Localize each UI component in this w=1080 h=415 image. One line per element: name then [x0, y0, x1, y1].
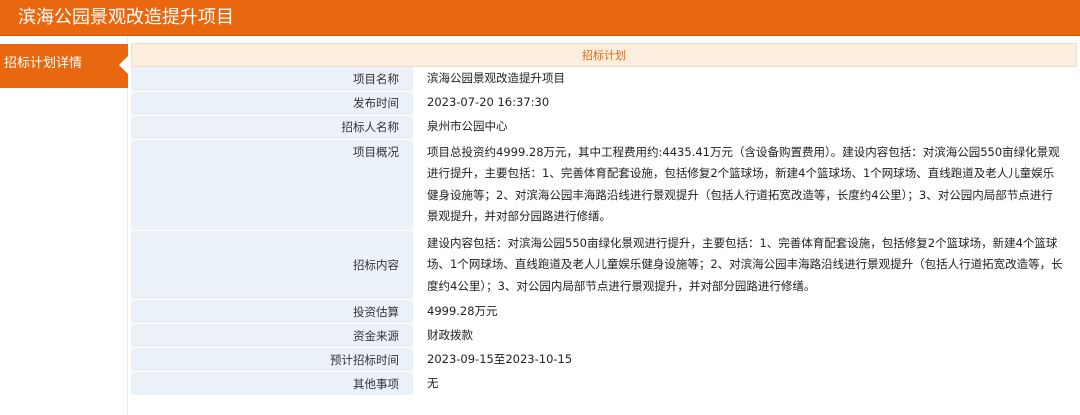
row-label: 投资估算 [131, 299, 413, 324]
row-label: 招标人名称 [131, 115, 413, 140]
row-label: 其他事项 [131, 371, 413, 396]
table-row: 投资估算 4999.28万元 [131, 299, 1077, 324]
table-row: 其他事项 无 [131, 371, 1077, 396]
table-row: 招标人名称 泉州市公园中心 [131, 115, 1077, 140]
row-value: 泉州市公园中心 [413, 115, 1077, 140]
row-value: 无 [413, 371, 1077, 396]
row-label: 发布时间 [131, 91, 413, 116]
row-value: 2023-07-20 16:37:30 [413, 91, 1077, 116]
table-row: 项目名称 滨海公园景观改造提升项目 [131, 67, 1077, 92]
row-value: 4999.28万元 [413, 299, 1077, 324]
sidebar-item-plan-detail[interactable]: 招标计划详情 [0, 44, 128, 88]
row-label: 预计招标时间 [131, 347, 413, 372]
main-content: 招标计划 项目名称 滨海公园景观改造提升项目 发布时间 2023-07-20 1… [131, 43, 1077, 396]
page-title: 滨海公园景观改造提升项目 [0, 0, 1080, 36]
detail-table: 项目名称 滨海公园景观改造提升项目 发布时间 2023-07-20 16:37:… [131, 67, 1077, 396]
table-row: 发布时间 2023-07-20 16:37:30 [131, 91, 1077, 116]
row-label: 项目概况 [131, 139, 413, 231]
section-title: 招标计划 [131, 43, 1077, 67]
table-row: 预计招标时间 2023-09-15至2023-10-15 [131, 347, 1077, 372]
table-row: 项目概况 项目总投资约4999.28万元，其中工程费用约:4435.41万元（含… [131, 139, 1077, 231]
row-value: 滨海公园景观改造提升项目 [413, 67, 1077, 92]
row-value: 2023-09-15至2023-10-15 [413, 347, 1077, 372]
row-value: 项目总投资约4999.28万元，其中工程费用约:4435.41万元（含设备购置费… [413, 139, 1077, 231]
table-row: 招标内容 建设内容包括：对滨海公园550亩绿化景观进行提升，主要包括：1、完善体… [131, 230, 1077, 300]
row-value: 财政拨款 [413, 323, 1077, 348]
sidebar: 招标计划详情 [0, 36, 128, 415]
row-label: 资金来源 [131, 323, 413, 348]
row-value: 建设内容包括：对滨海公园550亩绿化景观进行提升，主要包括：1、完善体育配套设施… [413, 230, 1077, 300]
table-row: 资金来源 财政拨款 [131, 323, 1077, 348]
row-label: 招标内容 [131, 230, 413, 300]
row-label: 项目名称 [131, 67, 413, 92]
